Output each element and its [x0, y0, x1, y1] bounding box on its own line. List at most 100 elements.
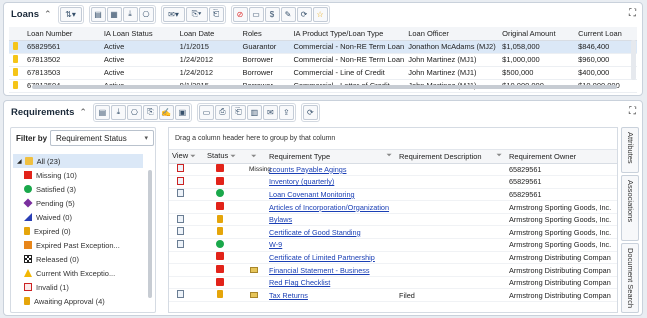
flag-column-header[interactable]	[9, 27, 23, 41]
collapse-chevron-icon[interactable]: ⌃	[79, 107, 87, 118]
column-header-status[interactable]: Status ⏷	[204, 150, 246, 164]
table-row[interactable]: Tax Returns Filed Armstrong Distributing…	[169, 288, 617, 303]
requirement-type-link[interactable]: W-9	[266, 238, 396, 252]
cancel-icon[interactable]: ⊘	[232, 6, 248, 22]
filter-item-expired-past-exception[interactable]: Expired Past Exception...	[13, 238, 143, 252]
tab-document-search[interactable]: Document Search	[621, 243, 639, 313]
email-icon[interactable]: ✉	[262, 104, 278, 120]
table-row[interactable]: Certificate of Good Standing Armstrong S…	[169, 225, 617, 240]
filter-dropdown-button[interactable]: ⇅▾	[59, 6, 82, 22]
table-row[interactable]: Loan Covenant Monitoring 65829561	[169, 188, 617, 202]
group-by-drop-zone[interactable]: Drag a column header here to group by th…	[169, 128, 617, 150]
report-icon[interactable]: ⎗	[208, 6, 224, 22]
loan-cell: Borrower	[238, 53, 290, 67]
requirement-description	[396, 263, 506, 277]
requirement-type-link[interactable]: Certificate of Limited Partnership	[266, 251, 396, 265]
column-header-product-type[interactable]: IA Product Type/Loan Type	[289, 27, 405, 41]
filter-item-missing[interactable]: Missing (10)	[13, 168, 143, 182]
column-header-description[interactable]: Requirement Description ⏷	[396, 150, 506, 164]
column-header-roles[interactable]: Roles	[238, 27, 290, 41]
download-icon[interactable]: ⤓	[122, 6, 138, 22]
filter-item-expired[interactable]: Expired (0)	[13, 224, 143, 238]
table-row[interactable]: Financial Statement - Business Armstrong…	[169, 263, 617, 277]
add-document-icon[interactable]: ⎘	[142, 104, 158, 120]
filter-item-invalid[interactable]: Invalid (1)	[13, 280, 143, 294]
requirement-type-link[interactable]: Loan Covenant Monitoring	[266, 188, 396, 202]
expand-icon[interactable]: ⛶	[629, 106, 636, 117]
scan-icon[interactable]: ⎙	[214, 104, 230, 120]
chart-icon[interactable]: ▥	[246, 104, 262, 120]
money-icon[interactable]: $	[264, 6, 280, 22]
filter-item-released[interactable]: Released (0)	[13, 252, 143, 266]
filter-item-awaiting-approval[interactable]: Awaiting Approval (4)	[13, 294, 143, 308]
document-icon[interactable]: ▭	[248, 6, 264, 22]
column-header-status[interactable]: IA Loan Status	[99, 27, 176, 41]
tab-associations[interactable]: Associations	[621, 175, 639, 241]
table-row[interactable]: Inventory (quarterly) 65829561	[169, 175, 617, 189]
requirement-type-link[interactable]: Articles of Incorporation/Organization	[266, 200, 396, 214]
filter-item-current-with-exception[interactable]: Current With Exceptio...	[13, 266, 143, 280]
stamp-icon[interactable]: ⎔	[138, 6, 154, 22]
loans-horizontal-scrollbar[interactable]	[22, 83, 642, 90]
requirement-type-link[interactable]: Financial Statement - Business	[266, 263, 396, 277]
tab-attributes[interactable]: Attributes	[621, 127, 639, 173]
filter-item-waived[interactable]: Waived (0)	[13, 210, 143, 224]
requirement-type-link[interactable]: Tax Returns	[266, 288, 396, 303]
filter-item-satisfied[interactable]: Satisfied (3)	[13, 182, 143, 196]
requirement-type-link[interactable]: Red Flag Checklist	[266, 276, 396, 290]
requirement-description	[396, 225, 506, 240]
orange-square-icon	[24, 241, 32, 249]
new-document-icon[interactable]: ▭	[198, 104, 214, 120]
attach-dropdown-button[interactable]: ⎘▾	[185, 6, 208, 22]
requirement-type-link[interactable]: Inventory (quarterly)	[266, 175, 396, 189]
column-header-current-loan[interactable]: Current Loan	[574, 27, 637, 41]
filter-item-all[interactable]: ◢ All (23)	[13, 154, 143, 168]
table-row[interactable]: 65829561 Active 1/1/2015 Guarantor Comme…	[9, 40, 637, 54]
refresh-icon[interactable]: ⟳	[296, 6, 312, 22]
edit-icon[interactable]: ✎	[280, 6, 296, 22]
sign-document-icon[interactable]: ✍	[158, 104, 174, 120]
table-row[interactable]: Certificate of Limited Partnership Armst…	[169, 251, 617, 265]
loans-vertical-scrollbar[interactable]	[631, 40, 636, 80]
checkered-flag-icon	[24, 255, 32, 263]
requirement-type-link[interactable]: Bylaws	[266, 213, 396, 227]
collapse-chevron-icon[interactable]: ⌃	[44, 9, 52, 20]
column-header-original-amount[interactable]: Original Amount	[498, 27, 575, 41]
calendar-icon[interactable]: ▦	[106, 6, 122, 22]
table-row[interactable]: Missing ccounts Payable Agings 65829561	[169, 163, 617, 177]
loan-cell: $846,400	[574, 40, 637, 54]
filter-scrollbar[interactable]	[148, 170, 152, 298]
column-header-owner[interactable]: Requirement Owner	[506, 150, 617, 164]
expand-icon[interactable]: ⛶	[629, 8, 636, 19]
table-row[interactable]: Bylaws Armstrong Sporting Goods, Inc.	[169, 213, 617, 227]
filter-item-pending[interactable]: Pending (5)	[13, 196, 143, 210]
column-header-flag[interactable]: ⏷	[246, 150, 266, 164]
filter-select[interactable]: Requirement Status ▾	[50, 130, 154, 146]
table-row[interactable]: W-9 Armstrong Sporting Goods, Inc.	[169, 238, 617, 252]
table-row[interactable]: 67813502 Active 1/24/2012 Borrower Comme…	[9, 53, 637, 67]
stamp-icon[interactable]: ⎔	[126, 104, 142, 120]
table-row[interactable]: Red Flag Checklist Armstrong Distributin…	[169, 276, 617, 290]
table-row[interactable]: Articles of Incorporation/Organization A…	[169, 200, 617, 214]
refresh-icon[interactable]: ⟳	[302, 104, 318, 120]
report-icon[interactable]: ⎗	[230, 104, 246, 120]
column-header-loan-date[interactable]: Loan Date	[175, 27, 239, 41]
column-header-view[interactable]: View ⏷	[169, 150, 204, 164]
grid-icon[interactable]: ▤	[90, 6, 106, 22]
approve-document-icon[interactable]: ▣	[174, 104, 190, 120]
requirement-type-link[interactable]: ccounts Payable Agings	[266, 163, 396, 177]
view-document-icon	[177, 176, 184, 185]
column-header-type[interactable]: Requirement Type ⏷	[266, 150, 396, 164]
loans-title: Loans	[11, 8, 39, 20]
email-dropdown-button[interactable]: ✉▾	[162, 6, 185, 22]
column-header-loan-number[interactable]: Loan Number	[22, 27, 100, 41]
export-icon[interactable]: ⇪	[278, 104, 294, 120]
download-icon[interactable]: ⤓	[110, 104, 126, 120]
star-icon[interactable]: ☆	[312, 6, 328, 22]
envelope-icon	[250, 266, 258, 273]
table-row[interactable]: 67813503 Active 1/24/2012 Borrower Comme…	[9, 66, 637, 80]
grid-icon[interactable]: ▤	[94, 104, 110, 120]
requirement-description	[396, 213, 506, 227]
column-header-loan-officer[interactable]: Loan Officer	[404, 27, 499, 41]
requirement-type-link[interactable]: Certificate of Good Standing	[266, 225, 396, 240]
